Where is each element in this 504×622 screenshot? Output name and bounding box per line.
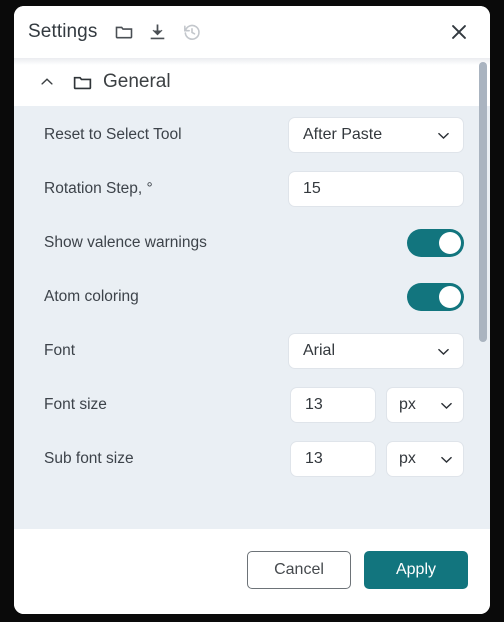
- font-select[interactable]: Arial: [288, 333, 464, 369]
- row-show-valence-warnings: Show valence warnings: [14, 216, 490, 270]
- atom-coloring-toggle[interactable]: [407, 283, 464, 311]
- group-label: General: [103, 71, 171, 92]
- chevron-up-icon[interactable]: [36, 73, 58, 91]
- row-label: Rotation Step, °: [44, 180, 153, 197]
- settings-content: General Reset to Select Tool After Paste: [14, 58, 490, 529]
- toggle-knob: [439, 286, 461, 308]
- dialog-title: Settings: [28, 21, 98, 42]
- close-icon[interactable]: [444, 17, 474, 47]
- row-sub-font-size: Sub font size 13 px: [14, 432, 490, 486]
- input-value: 15: [303, 180, 321, 197]
- row-font-size: Font size 13 px: [14, 378, 490, 432]
- dialog-header: Settings: [14, 6, 490, 65]
- font-size-unit-select[interactable]: px: [386, 387, 464, 423]
- chevron-down-icon: [438, 397, 455, 414]
- select-value: Arial: [303, 342, 336, 359]
- header-icon-group: [113, 22, 202, 43]
- input-value: 13: [305, 450, 323, 467]
- row-control: Arial: [288, 333, 464, 369]
- scrollbar-thumb[interactable]: [479, 62, 487, 342]
- show-valence-warnings-toggle[interactable]: [407, 229, 464, 257]
- row-control: 15: [288, 171, 464, 207]
- row-control: [407, 229, 464, 257]
- chevron-down-icon: [435, 127, 452, 144]
- row-label: Font: [44, 342, 76, 359]
- row-control: 13 px: [290, 387, 464, 423]
- sub-font-size-unit-select[interactable]: px: [386, 441, 464, 477]
- row-reset-to-select-tool: Reset to Select Tool After Paste: [14, 108, 490, 162]
- settings-dialog: Settings General Reset to Select Tool Af…: [14, 6, 490, 614]
- row-label: Sub font size: [44, 450, 134, 467]
- row-control: [407, 283, 464, 311]
- content-scrollbar[interactable]: [479, 58, 487, 529]
- group-header-general[interactable]: General: [14, 58, 490, 106]
- select-value: px: [399, 396, 416, 413]
- history-reset-icon: [181, 22, 202, 43]
- row-control: After Paste: [288, 117, 464, 153]
- row-label: Atom coloring: [44, 288, 139, 305]
- chevron-down-icon: [438, 451, 455, 468]
- open-folder-icon[interactable]: [113, 22, 134, 43]
- row-label: Reset to Select Tool: [44, 126, 182, 143]
- reset-to-select-tool-select[interactable]: After Paste: [288, 117, 464, 153]
- toggle-knob: [439, 232, 461, 254]
- input-value: 13: [305, 396, 323, 413]
- select-value: After Paste: [303, 126, 383, 143]
- row-font: Font Arial: [14, 324, 490, 378]
- font-size-input[interactable]: 13: [290, 387, 376, 423]
- dialog-footer: Cancel Apply: [14, 529, 490, 614]
- row-control: 13 px: [290, 441, 464, 477]
- select-value: px: [399, 450, 416, 467]
- chevron-down-icon: [435, 343, 452, 360]
- apply-button[interactable]: Apply: [364, 550, 468, 589]
- cancel-button[interactable]: Cancel: [247, 550, 351, 589]
- sub-font-size-input[interactable]: 13: [290, 441, 376, 477]
- download-icon[interactable]: [147, 22, 168, 43]
- rotation-step-input[interactable]: 15: [288, 171, 464, 207]
- row-label: Font size: [44, 396, 107, 413]
- settings-rows: Reset to Select Tool After Paste Rotatio…: [14, 106, 490, 486]
- row-label: Show valence warnings: [44, 234, 207, 251]
- folder-icon: [72, 72, 93, 93]
- row-atom-coloring: Atom coloring: [14, 270, 490, 324]
- row-rotation-step: Rotation Step, ° 15: [14, 162, 490, 216]
